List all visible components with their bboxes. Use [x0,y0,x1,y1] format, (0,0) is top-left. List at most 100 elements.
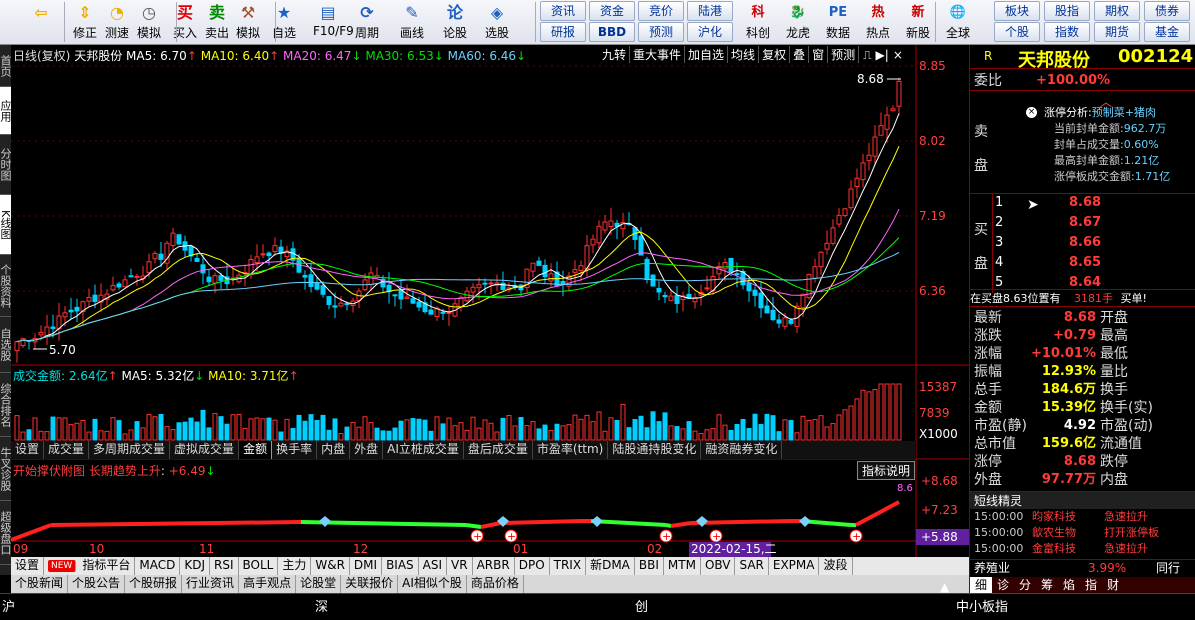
sz-index[interactable]: 深 [315,596,328,615]
news-tab[interactable]: 行业资讯 [182,575,240,593]
science-button[interactable]: 科科创 [740,1,776,43]
top-button[interactable]: 期权 [1094,1,1140,21]
subtab[interactable]: 内盘 [317,441,351,459]
news-tab[interactable]: 关联报价 [341,575,399,593]
vtab[interactable]: 自选股 [0,317,12,373]
buy-row[interactable]: 1 8.68 [993,193,1195,213]
top-button[interactable]: 股指 [1044,1,1090,21]
chart-btn[interactable]: 预测 [828,46,860,63]
indicator-tab[interactable]: ASI [419,557,448,575]
news-tab[interactable]: 商品价格 [467,575,524,593]
quote-tab[interactable]: 分 [1014,577,1036,593]
indicator-tab[interactable]: MTM [664,557,701,575]
indicator-tab[interactable]: ARBR [473,557,515,575]
cy-index[interactable]: 创 [635,596,648,615]
pencil-tool-button[interactable]: ✎ 画线 [397,1,427,43]
subtab[interactable]: 盘后成交量 [464,441,533,459]
lock-icon[interactable]: ⎍ [863,48,871,62]
chart-btn[interactable]: 重大事件 [630,46,686,63]
new-stock-button[interactable]: 新新股 [900,1,936,43]
vtab[interactable]: K线图 [0,195,12,255]
subtab[interactable]: 换手率 [272,441,318,459]
chart-btn[interactable]: 九转 [599,46,631,63]
select-tool-button[interactable]: ◈ 选股 [482,1,512,43]
indicator-tab[interactable]: OBV [701,557,736,575]
quote-tab[interactable]: 焰 [1058,577,1080,593]
quote-tab[interactable]: 财 [1102,577,1124,593]
event-row[interactable]: 15:00:00 昀家科技 急速拉升 [970,509,1195,525]
vtab[interactable]: 分时图 [0,135,12,195]
play-icon[interactable]: ▶| [876,48,889,62]
news-tab[interactable]: 个股新闻 [11,575,69,593]
subtab[interactable]: 设置 [11,441,45,459]
indicator-tab[interactable]: TRIX [550,557,587,575]
period-tool-button[interactable]: ⟳ 周期 [352,1,382,43]
indicator-help-button[interactable]: 指标说明 [857,461,916,480]
vtab[interactable]: 应用 [0,87,12,135]
kline-chart[interactable]: 8.85 8.02 7.19 6.36 8.68 5.70 15387 7839 X1000 +8… [11,45,969,575]
quote-tab[interactable]: 细 [970,577,992,593]
top-button[interactable]: 指数 [1044,22,1090,42]
top-button[interactable]: 预测 [638,22,684,42]
top-button[interactable]: 期货 [1094,22,1140,42]
sh-index[interactable]: 沪 [2,596,15,615]
hot-button[interactable]: 热热点 [860,1,896,43]
vtab[interactable]: 综合排名 [0,373,12,437]
indicator-tab[interactable]: BIAS [382,557,419,575]
quote-tab[interactable]: 诊 [992,577,1014,593]
top-button[interactable]: 沪化 [687,22,733,42]
top-button[interactable]: 个股 [994,22,1040,42]
news-tab[interactable]: 高手观点 [239,575,297,593]
buy-row[interactable]: 4 8.65 [993,253,1195,273]
indicator-tab[interactable]: 设置 [11,557,45,575]
sell-tool-button[interactable]: 卖卖出 [202,1,232,43]
indicator-tab[interactable]: 新DMA [586,557,635,575]
indicator-tab[interactable]: KDJ [180,557,210,575]
chat-tool-button[interactable]: 论论股 [440,1,470,43]
f10-tool-button[interactable]: ▤ F10/F9 [313,1,354,43]
top-button[interactable]: 板块 [994,1,1040,21]
scroll-top-icon[interactable]: ▲ [940,580,949,594]
sme-index[interactable]: 中小板指 [956,596,1008,615]
indicator-tab[interactable]: 指标平台 [78,557,136,575]
top-button[interactable]: BBD [589,22,635,42]
speed-tool-button[interactable]: ◔ 测速 [102,1,132,43]
indicator-tab[interactable]: VR [447,557,473,575]
globe-button[interactable]: 🌐 全球 [940,1,976,43]
subtab[interactable]: 陆股通持股变化 [608,441,702,459]
chart-btn[interactable]: 加自选 [685,46,729,63]
buy-row[interactable]: 2 8.67 [993,213,1195,233]
star-tool-button[interactable]: ★ 自选 [269,1,299,43]
indicator-tab[interactable]: MACD [135,557,181,575]
subtab[interactable]: 外盘 [350,441,384,459]
back-arrow-tool-button[interactable]: ⇦ [26,1,56,43]
top-button[interactable]: 债券 [1144,1,1190,21]
subtab[interactable]: 成交量 [44,441,90,459]
indicator-tab[interactable]: DPO [515,557,550,575]
top-button[interactable]: 基金 [1144,22,1190,42]
top-button[interactable]: 陆港 [687,1,733,21]
top-button[interactable]: 资金 [589,1,635,21]
news-tab[interactable]: AI相似个股 [398,575,467,593]
vtab[interactable]: 个股资料 [0,255,12,317]
chart-btn[interactable]: 均线 [728,46,760,63]
subtab[interactable]: AI立桩成交量 [383,441,464,459]
indicator-tab[interactable]: 波段 [819,557,853,575]
news-tab[interactable]: 个股研报 [125,575,183,593]
hammer-tool-button[interactable]: ⚒ 模拟 [233,1,263,43]
subtab[interactable]: 融资融券变化 [701,441,783,459]
top-button[interactable]: 研报 [540,22,586,42]
news-tab[interactable]: 论股堂 [296,575,342,593]
close-chart-icon[interactable]: × [893,48,903,62]
chart-btn[interactable]: 叠 [790,46,810,63]
vtab[interactable]: 首页 [0,45,12,87]
event-row[interactable]: 15:00:00 歙农生物 打开涨停板 [970,525,1195,541]
indicator-tab[interactable]: W&R [311,557,350,575]
indicator-tab[interactable]: RSI [210,557,239,575]
indicator-tab[interactable]: SAR [735,557,769,575]
indicator-tab[interactable]: BBI [635,557,664,575]
subtab[interactable]: 金额 [239,441,273,459]
buy-row[interactable]: 3 8.66 [993,233,1195,253]
indicator-tab[interactable]: DMI [350,557,383,575]
close-icon[interactable]: × [1026,107,1037,118]
